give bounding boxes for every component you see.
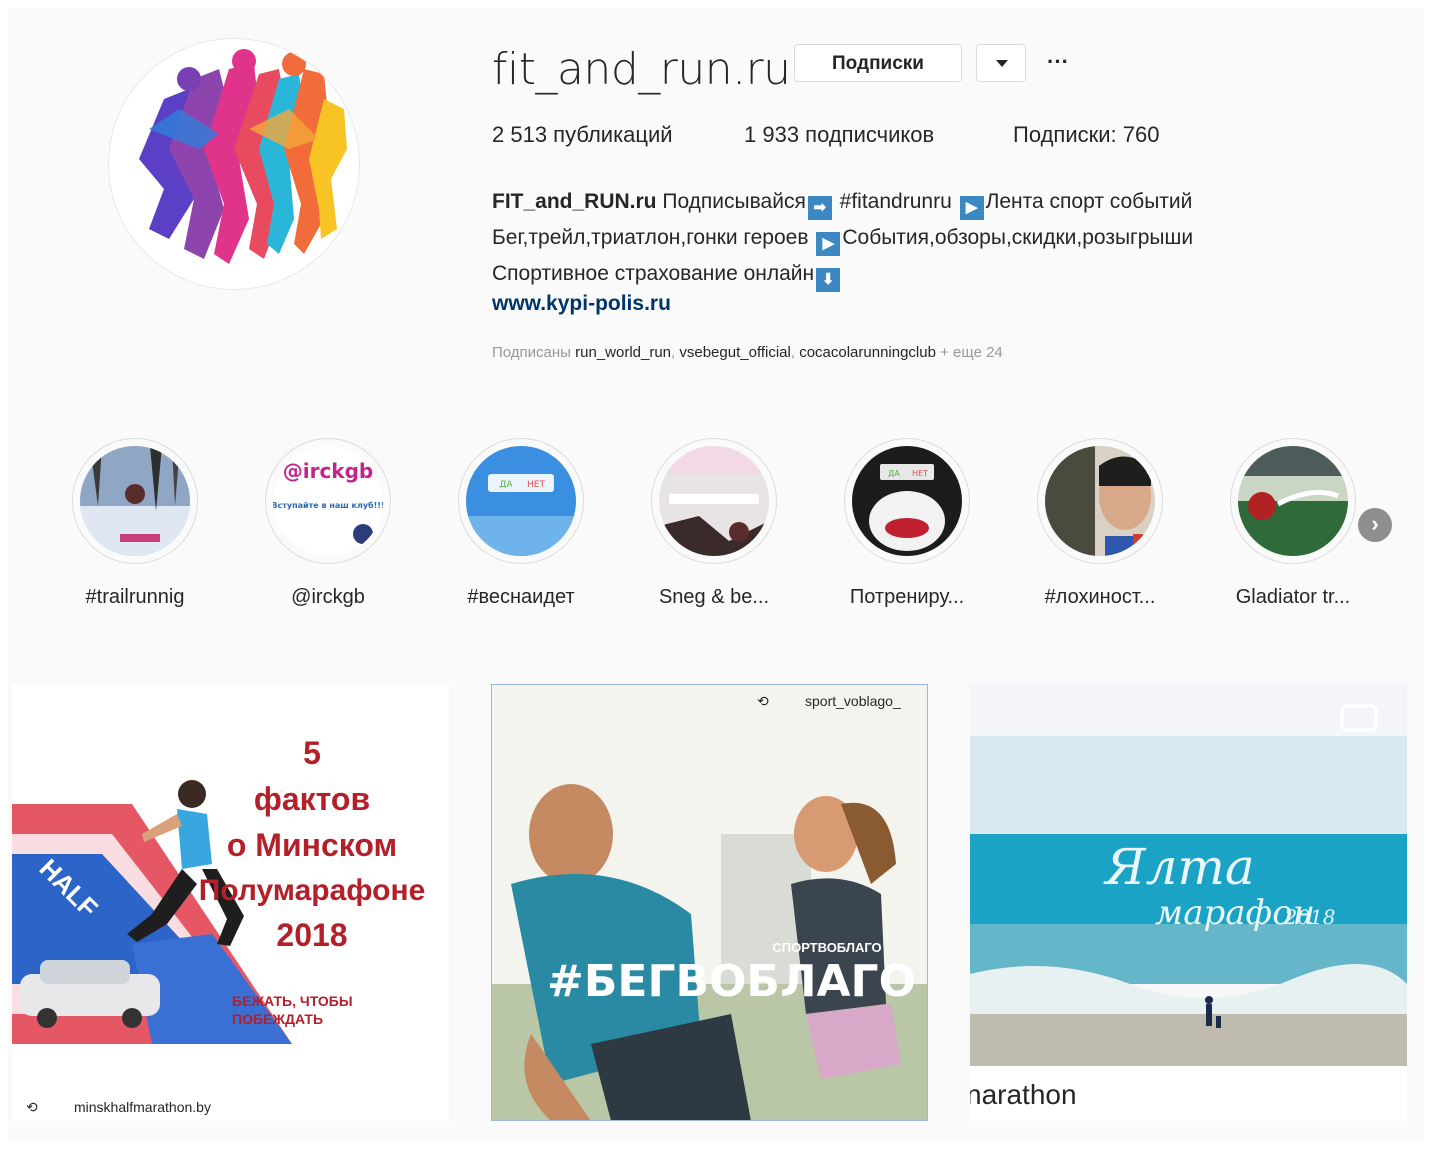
profile-website-link[interactable]: www.kypi-polis.ru bbox=[492, 292, 671, 316]
post-logo-text: Ялта bbox=[1103, 838, 1254, 896]
highlights-next-arrow-icon[interactable]: › bbox=[1358, 508, 1392, 542]
highlight-item[interactable]: Gladiator tr... bbox=[1208, 438, 1378, 609]
bio-text: Бег,трейл,триатлон,гонки героев bbox=[492, 226, 809, 249]
more-options-button[interactable]: ··· bbox=[1042, 46, 1074, 78]
bio-line-1: FIT_and_RUN.ru Подписывайся ➡ #fitandrunr… bbox=[492, 184, 1193, 220]
highlight-label: #лохиност... bbox=[1044, 586, 1156, 608]
highlight-inner-text: @irckgb bbox=[283, 459, 374, 483]
highlight-ring bbox=[72, 438, 198, 564]
highlight-ring: @irckgb Вступайте в наш клуб!!! bbox=[265, 438, 391, 564]
highlight-inner-sub: Вступайте в наш клуб!!! bbox=[273, 500, 383, 510]
caret-down-icon bbox=[996, 60, 1008, 67]
post-caption: narathon bbox=[970, 1079, 1077, 1110]
bio-name: FIT_and_RUN.ru bbox=[492, 190, 657, 213]
highlight-label: Sneg & be... bbox=[658, 586, 770, 608]
arrow-right-icon: ➡ bbox=[807, 196, 832, 220]
followed-by[interactable]: Подписаны run_world_run, vsebegut_offici… bbox=[492, 344, 1003, 361]
poll-no: НЕТ bbox=[527, 480, 545, 490]
poll-yes: ДА bbox=[499, 480, 513, 490]
post-title-line: о Минском bbox=[227, 827, 397, 863]
bio-text: Спортивное страхование онлайн bbox=[492, 262, 815, 285]
profile-page: fit_and_run.ru Подписки ··· 2 513 публик… bbox=[8, 8, 1424, 1141]
repost-icon: ⟲ bbox=[26, 1099, 38, 1115]
highlight-label: @irckgb bbox=[291, 586, 365, 608]
repost-user: sport_voblago_ bbox=[805, 693, 901, 709]
post-slogan-line: БЕЖАТЬ, ЧТОБЫ bbox=[232, 993, 353, 1009]
profile-username: fit_and_run.ru bbox=[492, 44, 791, 95]
post-logo-year: 2018 bbox=[1284, 905, 1336, 929]
bio-line-2: Бег,трейл,триатлон,гонки героев ▶ События… bbox=[492, 220, 1193, 256]
bio-text: Лента спорт событий bbox=[985, 190, 1193, 213]
post-tile[interactable]: Ялта марафон 2018 narathon bbox=[970, 684, 1407, 1121]
post-tile[interactable]: HALF 5 фактов о Минском Полумарафоне 201… bbox=[12, 684, 449, 1121]
followers-count[interactable]: 1 933 подписчиков bbox=[744, 122, 934, 148]
highlight-item[interactable]: ДА НЕТ Потрениру... bbox=[822, 438, 992, 609]
repost-user: minskhalfmarathon.by bbox=[74, 1099, 211, 1115]
highlight-item[interactable]: #trailrunnig bbox=[50, 438, 220, 609]
followed-by-user[interactable]: cocacolarunningclub bbox=[799, 344, 936, 361]
post-tile[interactable]: СПОРТВОБЛАГО #БЕГВОБЛАГО ⟲ sport_voblago… bbox=[491, 684, 928, 1121]
arrow-down-icon: ⬇ bbox=[816, 268, 841, 292]
highlight-item[interactable]: Sneg & be... bbox=[629, 438, 799, 609]
highlight-item[interactable]: #лохиност... bbox=[1015, 438, 1185, 609]
post-title-line: 5 bbox=[303, 735, 321, 771]
bio-line-3: Спортивное страхование онлайн ⬇ bbox=[492, 256, 1193, 292]
highlight-label: #trailrunnig bbox=[85, 586, 185, 608]
play-icon: ▶ bbox=[816, 232, 841, 256]
post-title-line: Полумарафоне bbox=[199, 874, 426, 907]
highlight-ring bbox=[1037, 438, 1163, 564]
post-title-line: 2018 bbox=[276, 917, 347, 953]
bio-hashtag[interactable]: #fitandrunru bbox=[840, 190, 952, 213]
posts-count: 2 513 публикаций bbox=[492, 122, 673, 147]
highlight-ring bbox=[1230, 438, 1356, 564]
highlight-label: #веснаидет bbox=[467, 586, 575, 608]
bio-text: Подписывайся bbox=[662, 190, 806, 213]
bio-text: События,обзоры,скидки,розыгрыши bbox=[842, 226, 1194, 249]
highlight-item[interactable]: ДА НЕТ #веснаидет bbox=[436, 438, 606, 609]
post-hashtag: #БЕГВОБЛАГО bbox=[547, 956, 916, 1007]
highlight-ring: ДА НЕТ bbox=[458, 438, 584, 564]
profile-avatar[interactable] bbox=[108, 38, 360, 290]
profile-bio: FIT_and_RUN.ru Подписывайся ➡ #fitandrunr… bbox=[492, 184, 1193, 292]
post-brand: СПОРТВОБЛАГО bbox=[772, 940, 881, 955]
highlight-ring bbox=[651, 438, 777, 564]
post-slogan-line: ПОБЕЖДАТЬ bbox=[232, 1011, 323, 1027]
post-title-line: фактов bbox=[254, 781, 370, 817]
following-count[interactable]: Подписки: 760 bbox=[1013, 122, 1159, 148]
highlight-ring: ДА НЕТ bbox=[844, 438, 970, 564]
highlight-item[interactable]: @irckgb Вступайте в наш клуб!!! @irckgb bbox=[243, 438, 413, 609]
followed-by-user[interactable]: vsebegut_official bbox=[679, 344, 790, 361]
suggestions-dropdown-button[interactable] bbox=[976, 44, 1026, 82]
repost-icon: ⟲ bbox=[757, 693, 769, 709]
followed-by-prefix: Подписаны bbox=[492, 344, 571, 361]
poll-no: НЕТ bbox=[912, 469, 928, 478]
play-icon: ▶ bbox=[959, 196, 984, 220]
highlight-label: Gladiator tr... bbox=[1235, 586, 1351, 608]
highlight-label: Потрениру... bbox=[849, 586, 965, 608]
followed-by-more[interactable]: + еще 24 bbox=[940, 344, 1003, 361]
followed-by-user[interactable]: run_world_run bbox=[575, 344, 671, 361]
following-button[interactable]: Подписки bbox=[794, 44, 962, 82]
poll-yes: ДА bbox=[888, 469, 900, 478]
